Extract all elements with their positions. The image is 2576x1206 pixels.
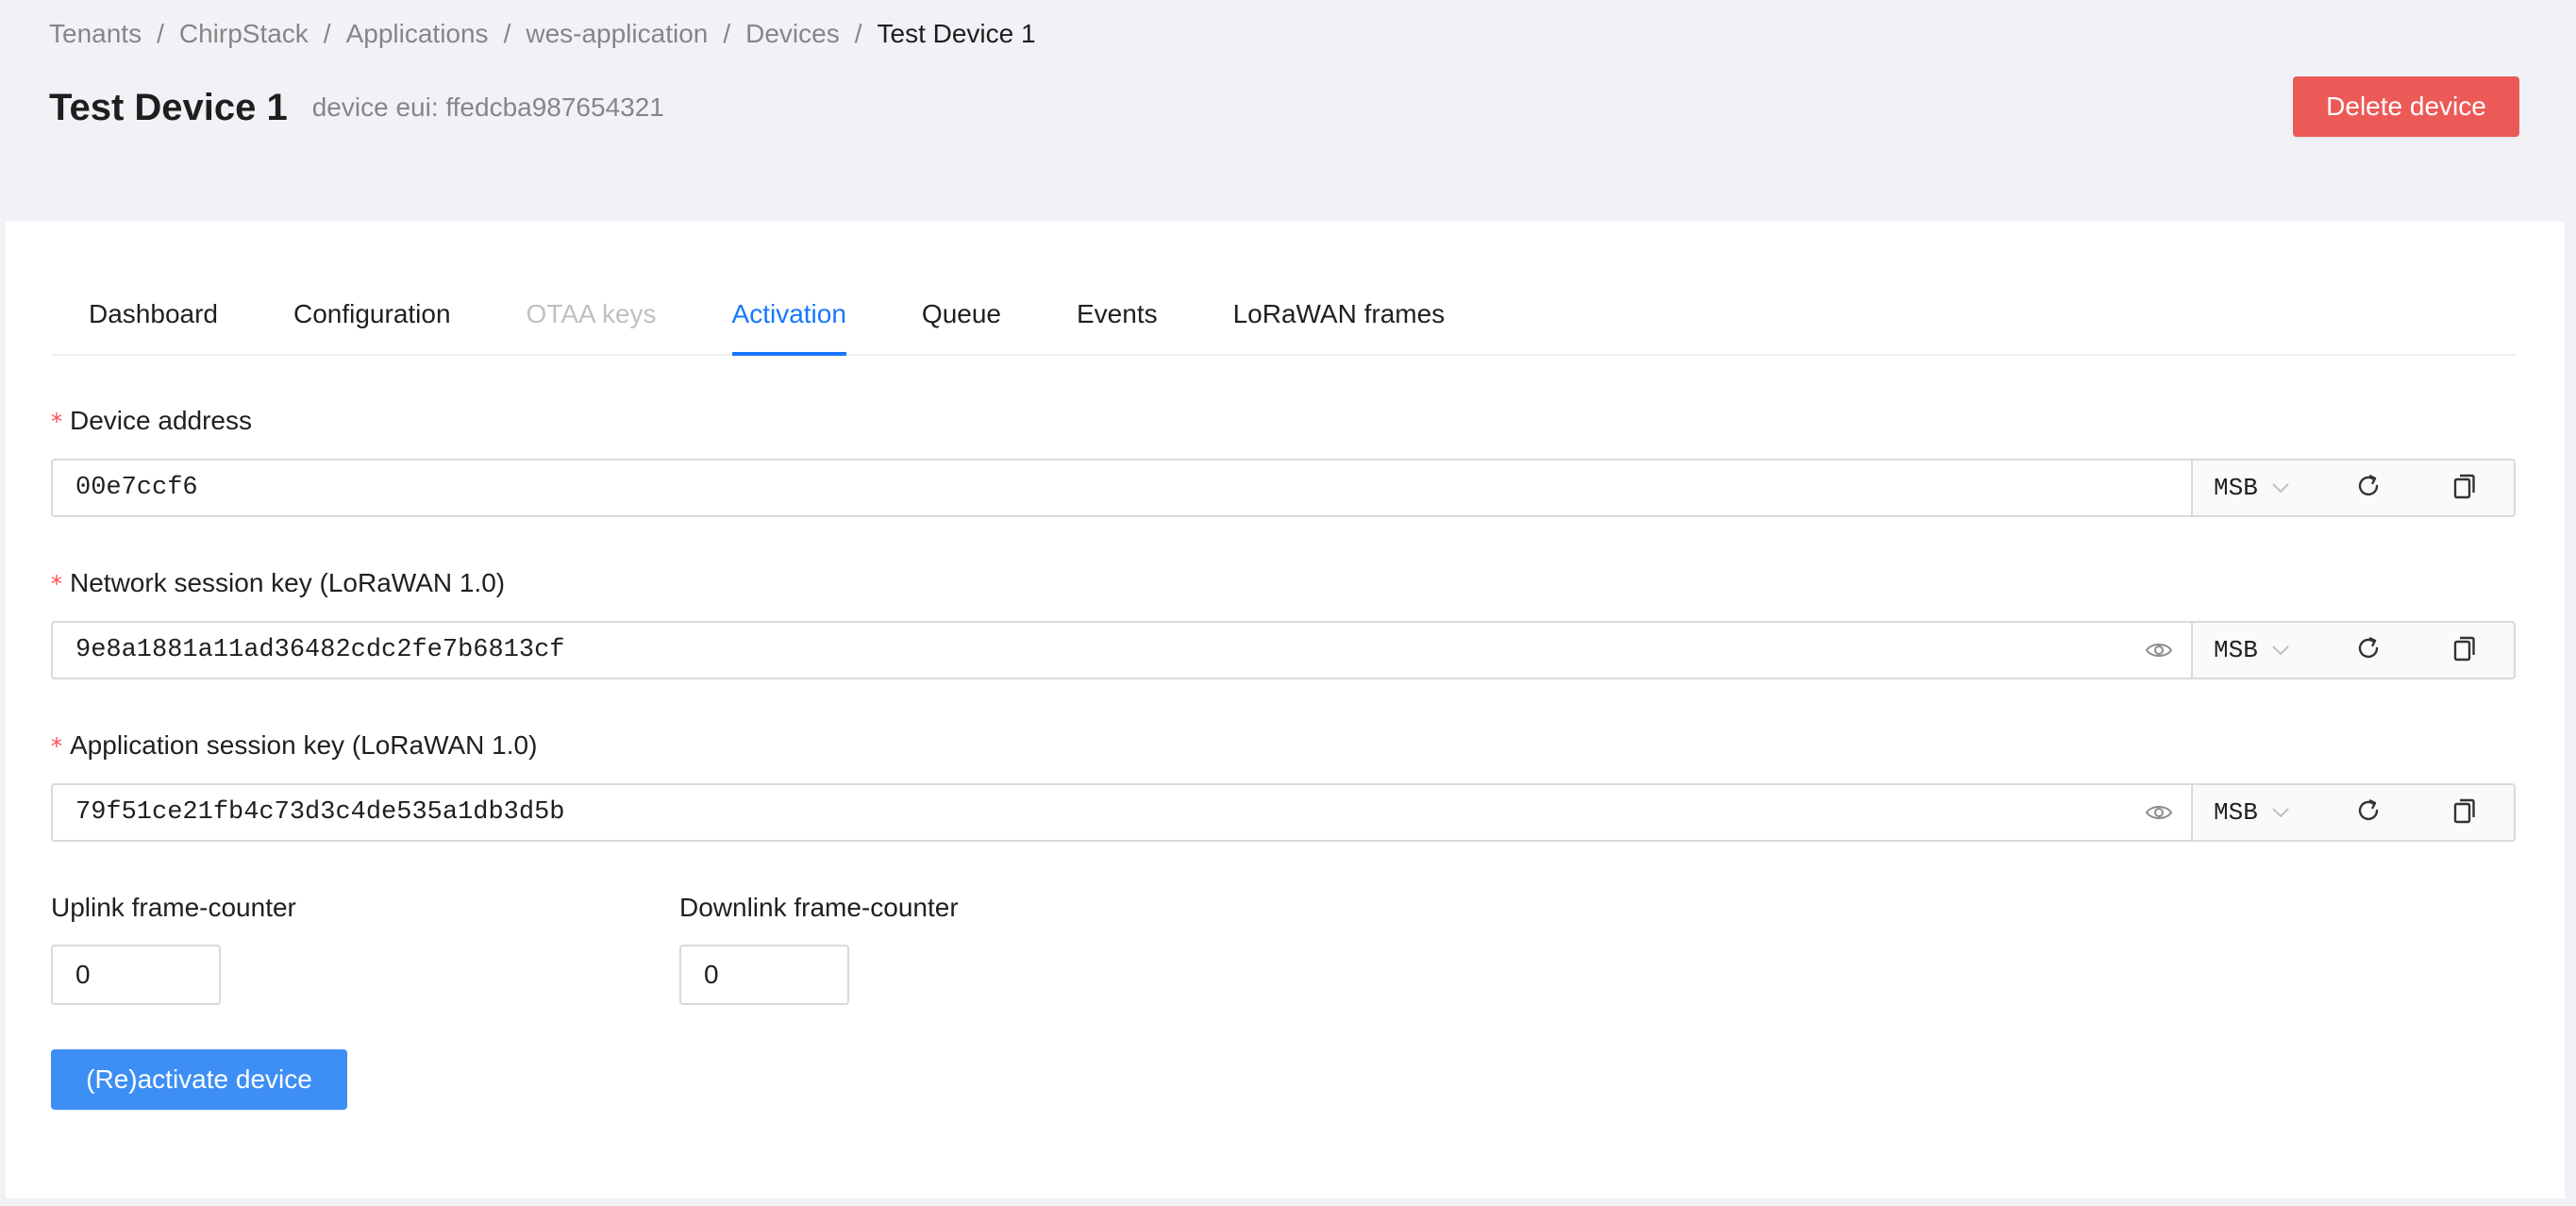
- generate-app-s-key-button[interactable]: [2351, 796, 2385, 829]
- app-s-key-label: * Application session key (LoRaWAN 1.0): [51, 727, 537, 764]
- breadcrumb-separator: /: [854, 19, 862, 48]
- tab-events[interactable]: Events: [1077, 278, 1158, 354]
- tab-dashboard[interactable]: Dashboard: [89, 278, 218, 354]
- device-tabs: Dashboard Configuration OTAA keys Activa…: [51, 278, 2516, 356]
- required-mark: *: [51, 733, 62, 760]
- device-address-byte-order-select[interactable]: MSB: [2214, 461, 2290, 515]
- downlink-fcnt-input[interactable]: 0: [679, 945, 849, 1005]
- nwk-s-key-label-text: Network session key (LoRaWAN 1.0): [70, 568, 506, 597]
- byte-order-value: MSB: [2214, 474, 2258, 502]
- refresh-icon: [2354, 634, 2383, 667]
- device-address-input[interactable]: 00e7ccf6: [51, 459, 2193, 517]
- downlink-fcnt-value: 0: [704, 960, 719, 989]
- refresh-icon: [2354, 796, 2383, 829]
- eye-icon[interactable]: [2144, 635, 2174, 665]
- breadcrumb-item-devices[interactable]: Devices: [745, 19, 840, 49]
- device-address-label-text: Device address: [70, 406, 252, 435]
- delete-device-button[interactable]: Delete device: [2293, 76, 2519, 137]
- device-eui-subtitle: device eui: ffedcba987654321: [311, 92, 664, 122]
- tab-activation[interactable]: Activation: [731, 278, 847, 356]
- uplink-fcnt-label: Uplink frame-counter: [51, 893, 296, 922]
- content-card: Dashboard Configuration OTAA keys Activa…: [6, 222, 2565, 1198]
- nwk-s-key-input[interactable]: 9e8a1881a11ad36482cdc2fe7b6813cf: [51, 621, 2193, 679]
- nwk-s-key-field: 9e8a1881a11ad36482cdc2fe7b6813cf MSB: [51, 621, 2516, 679]
- required-mark: *: [51, 571, 62, 597]
- reactivate-device-button[interactable]: (Re)activate device: [51, 1049, 347, 1110]
- device-address-value: 00e7ccf6: [75, 474, 198, 502]
- copy-app-s-key-button[interactable]: [2448, 796, 2482, 829]
- copy-icon: [2451, 796, 2478, 829]
- breadcrumb-separator: /: [323, 19, 331, 48]
- nwk-s-key-addon: MSB: [2193, 621, 2516, 679]
- device-address-addon: MSB: [2193, 459, 2516, 517]
- breadcrumb-item-tenant[interactable]: ChirpStack: [179, 19, 309, 49]
- refresh-icon: [2354, 472, 2383, 505]
- tab-lorawan-frames[interactable]: LoRaWAN frames: [1233, 278, 1446, 354]
- tab-queue[interactable]: Queue: [922, 278, 1001, 354]
- page-title: Test Device 1: [49, 86, 288, 128]
- page-header: Test Device 1 device eui: ffedcba9876543…: [49, 81, 664, 134]
- breadcrumb-separator: /: [723, 19, 731, 48]
- app-s-key-byte-order-select[interactable]: MSB: [2214, 785, 2290, 840]
- eye-icon[interactable]: [2144, 797, 2174, 828]
- copy-nwk-s-key-button[interactable]: [2448, 633, 2482, 667]
- app-s-key-addon: MSB: [2193, 783, 2516, 842]
- breadcrumb: Tenants / ChirpStack / Applications / we…: [49, 13, 1036, 55]
- device-address-label: * Device address: [51, 402, 252, 440]
- tab-otaa-keys: OTAA keys: [526, 299, 657, 328]
- generate-device-address-button[interactable]: [2351, 471, 2385, 505]
- device-address-field: 00e7ccf6 MSB: [51, 459, 2516, 517]
- byte-order-value: MSB: [2214, 798, 2258, 827]
- app-s-key-label-text: Application session key (LoRaWAN 1.0): [70, 730, 538, 760]
- app-s-key-field: 79f51ce21fb4c73d3c4de535a1db3d5b MSB: [51, 783, 2516, 842]
- copy-device-address-button[interactable]: [2448, 471, 2482, 505]
- required-mark: *: [51, 409, 62, 435]
- breadcrumb-separator: /: [157, 19, 164, 48]
- chevron-down-icon: [2271, 645, 2290, 656]
- nwk-s-key-label: * Network session key (LoRaWAN 1.0): [51, 564, 505, 602]
- breadcrumb-item-current-device: Test Device 1: [877, 19, 1036, 48]
- downlink-fcnt-label: Downlink frame-counter: [679, 893, 959, 922]
- breadcrumb-item-tenants[interactable]: Tenants: [49, 19, 142, 49]
- breadcrumb-item-application[interactable]: wes-application: [526, 19, 708, 49]
- tab-configuration[interactable]: Configuration: [293, 278, 451, 354]
- uplink-fcnt-value: 0: [75, 960, 91, 989]
- breadcrumb-separator: /: [503, 19, 511, 48]
- byte-order-value: MSB: [2214, 636, 2258, 664]
- chevron-down-icon: [2271, 807, 2290, 818]
- uplink-fcnt-input[interactable]: 0: [51, 945, 221, 1005]
- breadcrumb-item-applications[interactable]: Applications: [346, 19, 489, 49]
- app-s-key-value: 79f51ce21fb4c73d3c4de535a1db3d5b: [75, 798, 565, 827]
- copy-icon: [2451, 634, 2478, 667]
- nwk-s-key-byte-order-select[interactable]: MSB: [2214, 623, 2290, 678]
- copy-icon: [2451, 472, 2478, 505]
- generate-nwk-s-key-button[interactable]: [2351, 633, 2385, 667]
- app-s-key-input[interactable]: 79f51ce21fb4c73d3c4de535a1db3d5b: [51, 783, 2193, 842]
- chevron-down-icon: [2271, 482, 2290, 494]
- nwk-s-key-value: 9e8a1881a11ad36482cdc2fe7b6813cf: [75, 636, 565, 664]
